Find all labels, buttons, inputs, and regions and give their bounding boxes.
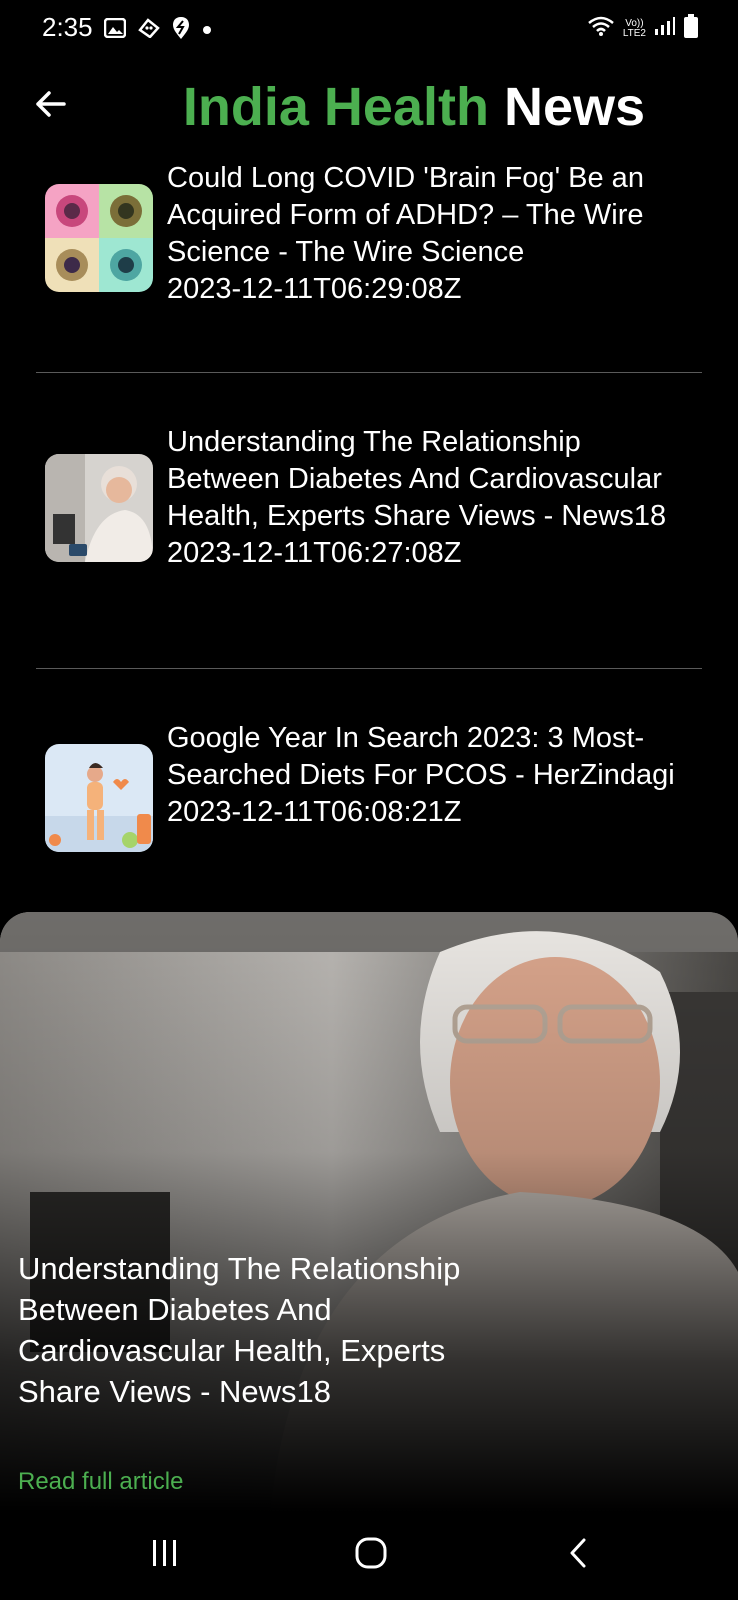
divider bbox=[36, 668, 702, 669]
news-text: Google Year In Search 2023: 3 Most-Searc… bbox=[167, 720, 697, 831]
news-item[interactable]: Could Long COVID 'Brain Fog' Be an Acqui… bbox=[36, 160, 702, 310]
status-time: 2:35 bbox=[42, 12, 93, 42]
news-title: Google Year In Search 2023: 3 Most-Searc… bbox=[167, 722, 675, 791]
page-title: India Health News bbox=[0, 76, 738, 138]
app-header: India Health News bbox=[0, 66, 738, 156]
news-date: 2023-12-11T06:27:08Z bbox=[167, 537, 462, 569]
news-thumbnail bbox=[45, 744, 153, 852]
title-part-white: News bbox=[503, 77, 646, 137]
featured-title: Understanding The Relationship Between D… bbox=[18, 1251, 461, 1409]
news-date: 2023-12-11T06:08:21Z bbox=[167, 796, 462, 828]
status-bar: 2:35 Vo)) LTE2 bbox=[0, 0, 738, 56]
news-thumbnail bbox=[45, 454, 153, 562]
divider bbox=[36, 372, 702, 373]
news-date: 2023-12-11T06:29:08Z bbox=[167, 273, 462, 305]
swiggy-icon bbox=[172, 16, 190, 45]
news-text: Understanding The Relationship Between D… bbox=[167, 424, 697, 572]
status-right-icons: Vo)) LTE2 bbox=[587, 14, 698, 43]
news-item[interactable]: Understanding The Relationship Between D… bbox=[36, 424, 702, 604]
network-label: Vo)) LTE2 bbox=[622, 17, 646, 39]
battery-icon bbox=[684, 14, 698, 43]
recents-button[interactable] bbox=[135, 1530, 195, 1580]
dot-icon bbox=[202, 22, 212, 40]
news-thumbnail bbox=[45, 184, 153, 292]
status-left-icons bbox=[103, 16, 212, 45]
home-icon bbox=[354, 1536, 388, 1575]
news-title: Understanding The Relationship Between D… bbox=[167, 426, 667, 532]
wifi-icon bbox=[587, 15, 615, 42]
home-button[interactable] bbox=[341, 1530, 401, 1580]
nav-back-button[interactable] bbox=[548, 1530, 608, 1580]
discord-icon bbox=[138, 18, 160, 43]
signal-icon bbox=[654, 16, 676, 41]
title-part-green: India Health bbox=[182, 77, 489, 137]
featured-image bbox=[0, 912, 738, 1512]
news-text: Could Long COVID 'Brain Fog' Be an Acqui… bbox=[167, 160, 697, 308]
news-title: Could Long COVID 'Brain Fog' Be an Acqui… bbox=[167, 162, 644, 268]
recents-icon bbox=[149, 1538, 181, 1573]
gallery-icon bbox=[103, 17, 127, 43]
news-item[interactable]: Google Year In Search 2023: 3 Most-Searc… bbox=[36, 720, 702, 870]
lte-label: LTE2 bbox=[622, 27, 646, 39]
system-nav-bar bbox=[0, 1512, 738, 1600]
featured-article-card[interactable]: Understanding The Relationship Between D… bbox=[0, 912, 738, 1512]
volte-label: Vo)) bbox=[625, 17, 644, 29]
back-icon bbox=[567, 1537, 589, 1574]
read-full-article-link[interactable]: Read full article bbox=[18, 1468, 183, 1496]
